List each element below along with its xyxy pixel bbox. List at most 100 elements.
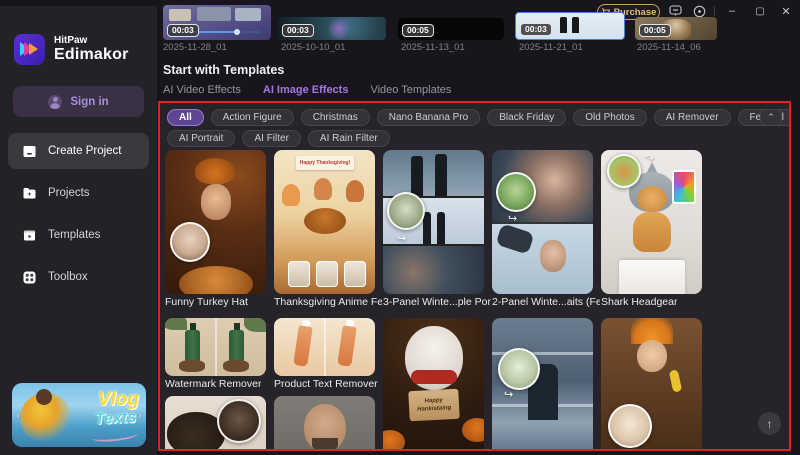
project-date: 2025-11-14_06	[637, 42, 701, 53]
before-photo-inset	[498, 348, 540, 390]
duration-badge: 00:03	[167, 24, 199, 37]
sidebar-item-label: Templates	[48, 229, 101, 241]
sidebar-item-label: Create Project	[48, 145, 122, 157]
brand-name-top: HitPaw	[54, 35, 88, 46]
projects-folder-icon	[22, 186, 37, 201]
scroll-to-top-button[interactable]: ↑	[758, 412, 781, 435]
recent-project-thumbnail[interactable]: 00:03	[278, 17, 386, 40]
sidebar-item-create-project[interactable]: Create Project	[8, 133, 149, 169]
thumb-photo	[197, 7, 231, 21]
filter-chip-ai-rain-filter[interactable]: AI Rain Filter	[307, 130, 390, 147]
person-beard	[312, 438, 338, 449]
template-card-label: Funny Turkey Hat	[165, 296, 248, 308]
tube	[293, 325, 313, 367]
toolbox-icon	[22, 270, 37, 285]
child-face	[637, 340, 667, 372]
sidebar-item-templates[interactable]: Templates	[8, 217, 149, 253]
chevron-up-icon: ⌃	[767, 112, 775, 122]
sidebar-nav: Create Project Projects Templates Toolbo…	[8, 133, 149, 301]
leaf-decor	[165, 318, 187, 330]
filter-chip-christmas[interactable]: Christmas	[300, 109, 370, 126]
sidebar-item-label: Toolbox	[48, 271, 88, 283]
template-card-shark-headgear[interactable]: ↷	[601, 150, 702, 294]
maximize-button[interactable]: ▢	[752, 3, 768, 19]
filter-chip-ai-portrait[interactable]: AI Portrait	[167, 130, 236, 147]
template-card-2panel-winter-portraits-female[interactable]: ↪	[492, 150, 593, 294]
project-date: 2025-10-10_01	[281, 42, 346, 53]
pumpkin	[462, 418, 484, 442]
filter-chip-ai-filter[interactable]: AI Filter	[242, 130, 301, 147]
template-card-partial-bald-man[interactable]	[274, 396, 375, 449]
before-photo-inset	[170, 222, 210, 262]
thumb-figure	[560, 17, 567, 33]
template-card-product-text-remover[interactable]	[274, 318, 375, 376]
brand: HitPaw Edimakor	[14, 34, 129, 65]
template-card-funny-turkey-hat[interactable]	[165, 150, 266, 294]
duration-badge: 00:03	[520, 23, 552, 36]
anime-person	[314, 178, 332, 200]
filter-chips-row2: AI Portrait AI Filter AI Rain Filter	[167, 130, 397, 147]
close-button[interactable]: ✕	[778, 3, 794, 19]
feast-turkey	[304, 208, 346, 234]
recent-project-thumbnail[interactable]: 00:03	[163, 5, 271, 40]
before-photo-inset	[607, 154, 641, 188]
banner-scribble	[91, 428, 139, 444]
template-card-turkey-costume-child[interactable]	[601, 318, 702, 449]
sidebar-item-label: Projects	[48, 187, 90, 199]
before-photo-inset	[496, 172, 536, 212]
template-card-label: Thanksgiving Anime Feast	[274, 296, 382, 308]
sign-in-button[interactable]: Sign in	[13, 86, 144, 117]
filter-chip-all[interactable]: All	[167, 109, 204, 126]
panel-top	[383, 150, 484, 196]
filter-chip-action-figure[interactable]: Action Figure	[210, 109, 294, 126]
template-card-label: Shark Headgear	[601, 296, 678, 308]
divider	[215, 318, 217, 376]
template-card-thanksgiving-anime-feast[interactable]: Happy Thanksgiving!	[274, 150, 375, 294]
bottle	[185, 323, 200, 362]
filter-chip-nano-banana-pro[interactable]: Nano Banana Pro	[376, 109, 481, 126]
turkey-hat	[195, 158, 235, 184]
roast-turkey	[179, 266, 253, 294]
thumb-photo	[169, 9, 191, 21]
banner-word2: Texts	[94, 408, 137, 429]
template-card-watermark-remover[interactable]	[165, 318, 266, 376]
collapse-filters-button[interactable]: ⌃	[760, 109, 782, 126]
project-date: 2025-11-21_01	[519, 42, 583, 53]
sidebar-item-projects[interactable]: Projects	[8, 175, 149, 211]
section-title: Start with Templates	[163, 63, 285, 77]
up-arrow-icon: ↑	[766, 416, 773, 431]
figure	[411, 156, 423, 196]
figure	[423, 212, 431, 244]
template-card-3panel-winter-portraits[interactable]: ↪	[383, 150, 484, 294]
template-card-label: Product Text Remover	[274, 378, 378, 390]
person-face	[201, 184, 231, 220]
tube	[337, 325, 357, 367]
user-avatar-icon	[48, 94, 63, 109]
minimize-button[interactable]: –	[724, 3, 740, 19]
filter-chip-black-friday[interactable]: Black Friday	[487, 109, 567, 126]
banner-prev-arrow[interactable]: ‹	[13, 409, 23, 423]
filter-chip-ai-remover[interactable]: AI Remover	[653, 109, 731, 126]
template-card-winter-man-panels[interactable]: ↪	[492, 318, 593, 449]
red-scarf	[411, 370, 457, 384]
recent-project-thumbnail[interactable]: 00:05	[635, 17, 717, 40]
before-photo-inset	[608, 404, 652, 448]
vlog-texts-banner[interactable]: Vlog Texts ‹ ›	[12, 383, 146, 447]
filter-chip-old-photos[interactable]: Old Photos	[573, 109, 647, 126]
recent-project-thumbnail[interactable]: 00:05	[398, 18, 504, 40]
person-face	[540, 240, 566, 272]
banner-next-arrow[interactable]: ›	[135, 409, 145, 423]
transform-arrow-icon: ↪	[508, 213, 518, 225]
thumb-photo	[235, 8, 261, 21]
template-card-partial-woman[interactable]	[165, 396, 266, 449]
before-photo-inset	[217, 399, 261, 443]
sign-in-label: Sign in	[70, 95, 109, 108]
recent-project-thumbnail-selected[interactable]: 00:03	[515, 12, 625, 40]
template-card-cat-sign[interactable]: Happy Hankistaing	[383, 318, 484, 449]
transform-arrow-icon: ↪	[504, 389, 514, 401]
edimakor-logo-icon	[14, 34, 45, 65]
sidebar-item-toolbox[interactable]: Toolbox	[8, 259, 149, 295]
pumpkin	[383, 430, 405, 449]
bottle	[229, 323, 244, 362]
project-date: 2025-11-13_01	[401, 42, 465, 53]
